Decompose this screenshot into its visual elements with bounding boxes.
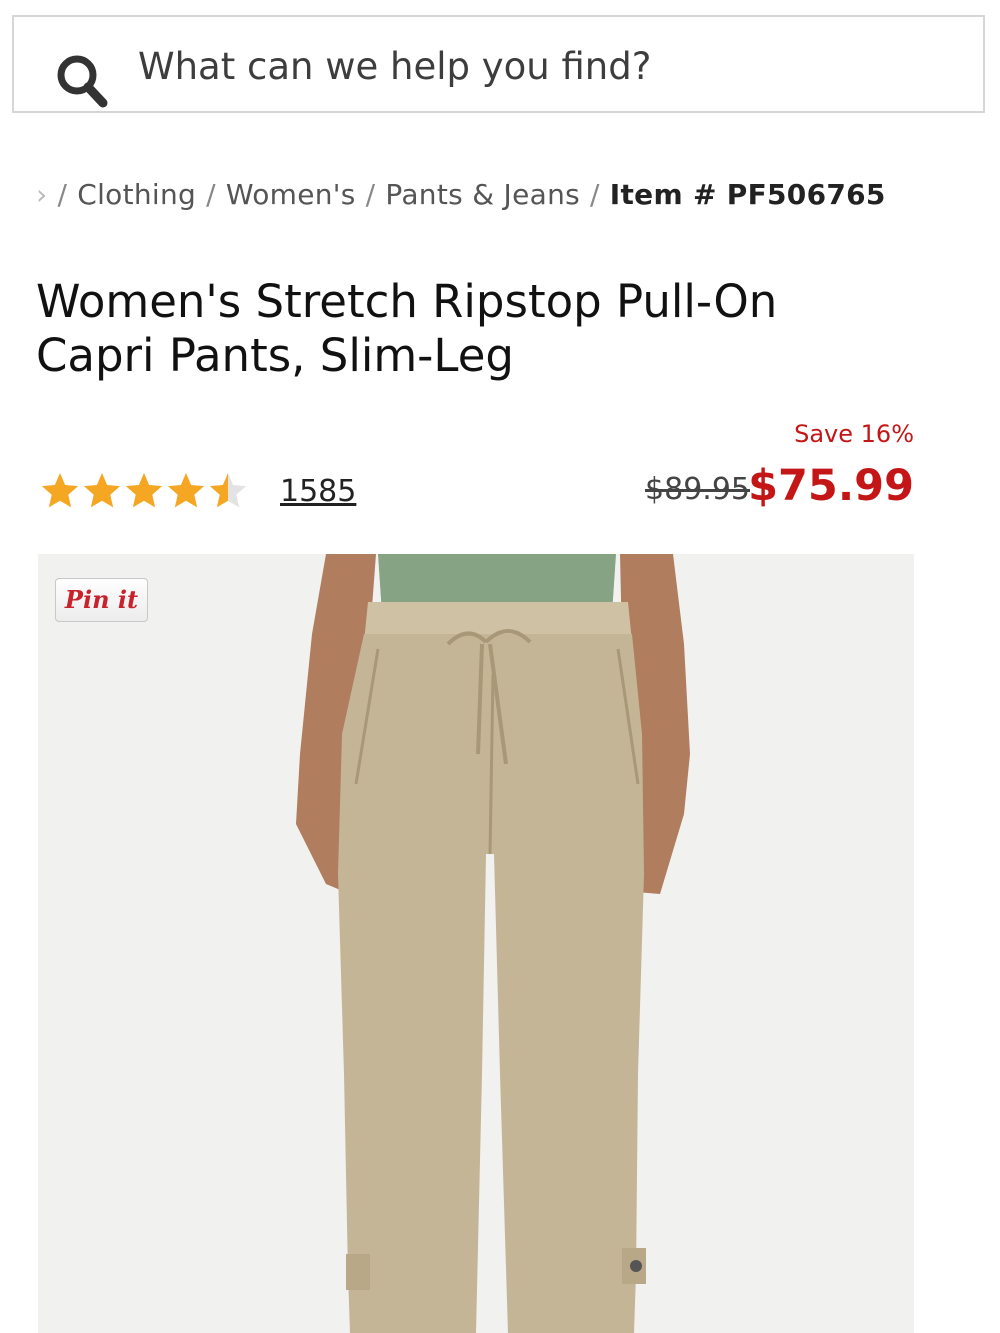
breadcrumb-link-womens[interactable]: Women's	[226, 178, 356, 211]
breadcrumb-separator: /	[57, 178, 68, 211]
breadcrumb-separator: /	[365, 178, 376, 211]
breadcrumb-separator: /	[590, 178, 600, 211]
star-rating[interactable]	[40, 472, 260, 512]
search-input[interactable]	[138, 39, 958, 93]
save-percent-badge: Save 16%	[794, 420, 914, 448]
product-photo	[296, 554, 690, 1333]
search-bar[interactable]	[12, 15, 985, 113]
breadcrumb-link-clothing[interactable]: Clothing	[77, 178, 196, 211]
star-icon	[167, 473, 205, 508]
cuff-button	[630, 1260, 642, 1272]
breadcrumb-current-item: Item # PF506765	[609, 178, 886, 211]
breadcrumb-link-pants-jeans[interactable]: Pants & Jeans	[385, 178, 580, 211]
review-count-link[interactable]: 1585	[280, 474, 356, 509]
star-icon	[41, 473, 79, 508]
search-icon[interactable]	[52, 50, 112, 110]
product-image[interactable]: Pin it	[38, 554, 914, 1333]
breadcrumb-separator: /	[206, 178, 216, 211]
breadcrumb: › / Clothing / Women's / Pants & Jeans / Item # …	[36, 178, 886, 211]
product-title-line1: Women's Stretch Ripstop Pull-On	[36, 275, 778, 328]
cuff-tab-left	[346, 1254, 370, 1290]
product-title: Women's Stretch Ripstop Pull-On Capri Pa…	[36, 275, 936, 383]
star-icon	[83, 473, 121, 508]
product-title-line2: Capri Pants, Slim-Leg	[36, 329, 514, 382]
sale-price: $75.99	[748, 461, 914, 511]
pin-it-button[interactable]: Pin it	[55, 578, 148, 622]
star-icon	[209, 473, 247, 508]
original-price: $89.95	[645, 472, 750, 507]
breadcrumb-truncated: ›	[36, 178, 48, 211]
star-icon	[125, 473, 163, 508]
